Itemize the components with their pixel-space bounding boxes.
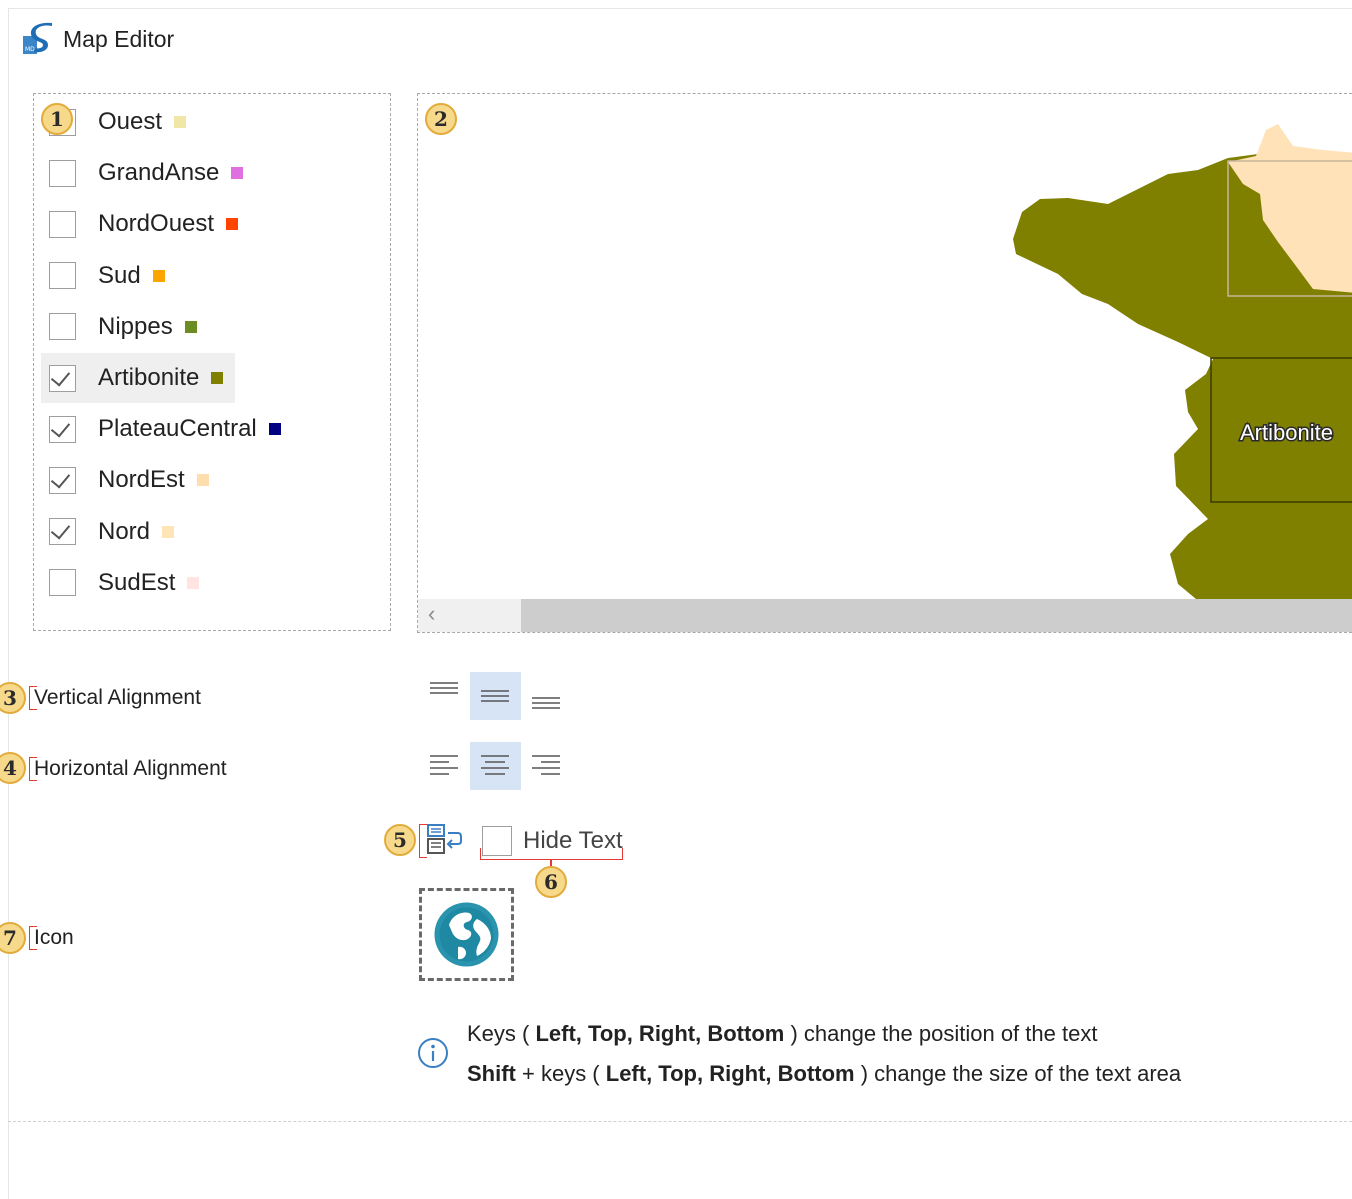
region-label: NordOuest xyxy=(98,210,215,238)
info-line2-post: ) change the size of the text area xyxy=(854,1061,1182,1086)
region-color-swatch xyxy=(152,269,165,282)
region-item[interactable]: SudEst xyxy=(41,558,211,608)
map-drawing: Artibonite xyxy=(1013,124,1352,632)
region-label: PlateauCentral xyxy=(98,415,257,443)
bottom-divider xyxy=(8,1121,1352,1122)
align-middle-button[interactable] xyxy=(470,672,521,720)
info-line-size: Shift + keys ( Left, Top, Right, Bottom … xyxy=(467,1061,1181,1087)
callout-badge-1: 1 xyxy=(41,103,73,135)
checkmark-icon xyxy=(50,468,71,489)
region-label: NordEst xyxy=(98,466,185,494)
region-checkbox[interactable] xyxy=(49,415,76,443)
region-item[interactable]: NordEst xyxy=(41,455,221,505)
region-label: Artibonite xyxy=(98,364,200,391)
window-top-border xyxy=(8,8,1352,9)
region-color-swatch xyxy=(187,576,200,589)
region-color-swatch xyxy=(211,372,224,384)
callout-badge-2: 2 xyxy=(425,103,457,135)
region-checkbox[interactable] xyxy=(49,466,76,494)
region-checkbox[interactable] xyxy=(49,569,76,597)
region-label: Ouest xyxy=(98,108,163,135)
region-item[interactable]: Sud xyxy=(41,251,177,301)
region-item[interactable]: GrandAnse xyxy=(41,148,255,198)
info-line1-post: ) change the position of the text xyxy=(784,1021,1098,1046)
wrap-text-button[interactable] xyxy=(424,823,464,862)
callout-bracket-6 xyxy=(480,848,623,860)
region-label: GrandAnse xyxy=(98,159,220,187)
svg-text:MD: MD xyxy=(25,46,35,53)
region-checkbox[interactable] xyxy=(49,364,76,392)
callout-badge-5: 5 xyxy=(384,824,416,856)
window-title: Map Editor xyxy=(63,26,175,52)
region-label: Nord xyxy=(98,517,151,545)
region-item[interactable]: Nippes xyxy=(41,302,209,352)
horizontal-alignment-group xyxy=(419,742,572,790)
callout-badge-6: 6 xyxy=(535,866,567,898)
region-color-swatch xyxy=(231,167,244,180)
callout-badge-3: 3 xyxy=(0,682,26,714)
region-checkbox[interactable] xyxy=(49,210,76,238)
region-checkbox[interactable] xyxy=(49,159,76,187)
align-right-button[interactable] xyxy=(521,742,572,790)
horizontal-alignment-label: Horizontal Alignment xyxy=(34,757,227,780)
region-item[interactable]: Artibonite xyxy=(41,353,236,403)
region-color-swatch xyxy=(268,423,281,436)
info-line2-shift: Shift xyxy=(467,1061,516,1086)
window-left-border xyxy=(8,8,9,1199)
globe-icon xyxy=(434,902,499,967)
info-line-position: Keys ( Left, Top, Right, Bottom ) change… xyxy=(467,1021,1097,1047)
app-logo-icon: MD xyxy=(22,22,55,55)
vertical-alignment-group xyxy=(419,672,572,720)
icon-field-label: Icon xyxy=(34,926,74,949)
region-color-swatch xyxy=(226,218,239,231)
checkmark-icon xyxy=(50,417,71,438)
map-canvas[interactable]: Artibonite ‹ xyxy=(417,93,1352,633)
region-checkbox[interactable] xyxy=(49,313,76,341)
align-left-icon xyxy=(430,755,458,775)
region-item[interactable]: NordOuest xyxy=(41,199,250,249)
region-color-swatch xyxy=(196,474,209,487)
info-icon xyxy=(417,1037,449,1069)
align-center-icon xyxy=(481,755,509,775)
align-left-button[interactable] xyxy=(419,742,470,790)
align-center-button[interactable] xyxy=(470,742,521,790)
map-label-artibonite: Artibonite xyxy=(1240,420,1333,445)
region-color-swatch xyxy=(162,525,175,538)
info-line2-mid: + keys ( xyxy=(515,1061,606,1086)
wrap-text-icon xyxy=(427,824,462,854)
info-line1-pre: Keys ( xyxy=(467,1021,536,1046)
icon-picker[interactable] xyxy=(419,888,514,981)
info-line2-keys: Left, Top, Right, Bottom xyxy=(605,1061,855,1086)
info-line1-keys: Left, Top, Right, Bottom xyxy=(535,1021,785,1046)
region-color-swatch xyxy=(174,116,187,128)
region-item[interactable]: PlateauCentral xyxy=(41,404,293,454)
align-right-icon xyxy=(532,755,560,775)
top-align-icon xyxy=(430,682,458,694)
region-checkbox[interactable] xyxy=(49,262,76,290)
vertical-alignment-label: Vertical Alignment xyxy=(34,686,201,709)
map-horizontal-scrollbar[interactable]: ‹ xyxy=(418,599,1352,632)
region-color-swatch xyxy=(184,320,197,333)
checkmark-icon xyxy=(50,519,71,540)
middle-align-icon xyxy=(481,690,509,702)
callout-badge-7: 7 xyxy=(0,922,26,954)
align-bottom-button[interactable] xyxy=(521,672,572,720)
region-checkbox[interactable] xyxy=(49,518,76,546)
region-label: Nippes xyxy=(98,312,173,340)
bottom-align-icon xyxy=(532,697,560,709)
region-label: Sud xyxy=(98,261,141,289)
region-label: SudEst xyxy=(98,568,176,596)
callout-badge-4: 4 xyxy=(0,752,26,784)
region-item[interactable]: Nord xyxy=(41,507,186,557)
align-top-button[interactable] xyxy=(419,672,470,720)
checkmark-icon xyxy=(50,365,71,387)
scroll-left-icon[interactable]: ‹ xyxy=(418,599,521,632)
